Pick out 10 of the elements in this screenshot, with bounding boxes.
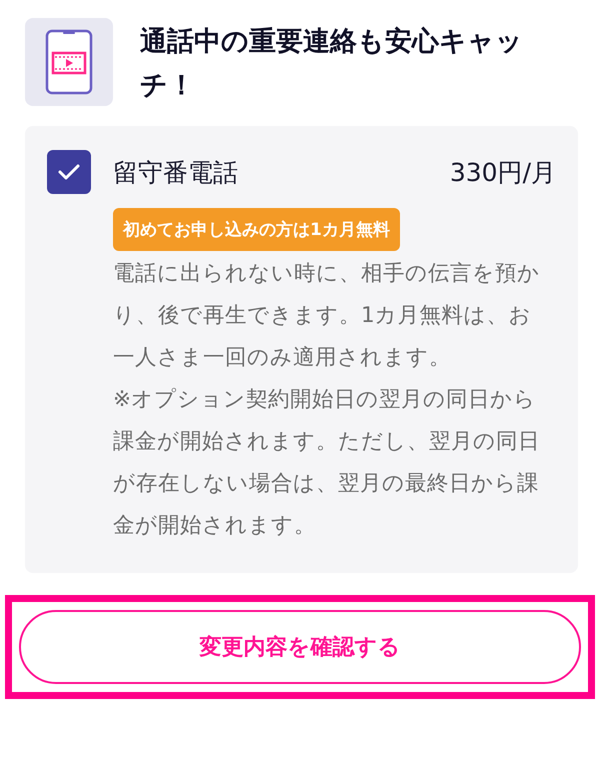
checkbox[interactable] bbox=[47, 150, 91, 194]
section-title: 通話中の重要連絡も安心キャッチ！ bbox=[140, 25, 524, 103]
option-description: ※オプション契約開始日の翌月の同日から課金が開始されます。ただし、翌月の同日が存在しない場合は、翌月の最終日から課金が開始されます。 bbox=[113, 386, 541, 540]
option-name: 留守番電話 bbox=[113, 156, 238, 188]
check-icon bbox=[57, 163, 81, 181]
option-description: 電話に出られない時に、相手の伝言を預かり、後で再生できます。1カ月無料は、お一人さま一回のみ適用されます。 bbox=[113, 260, 541, 372]
option-price: 330円/月 bbox=[450, 156, 556, 188]
confirm-button[interactable]: 変更内容を確認する bbox=[19, 610, 581, 684]
phone-video-icon bbox=[25, 18, 113, 106]
free-trial-badge: 初めてお申し込みの方は1カ月無料 bbox=[113, 208, 400, 251]
